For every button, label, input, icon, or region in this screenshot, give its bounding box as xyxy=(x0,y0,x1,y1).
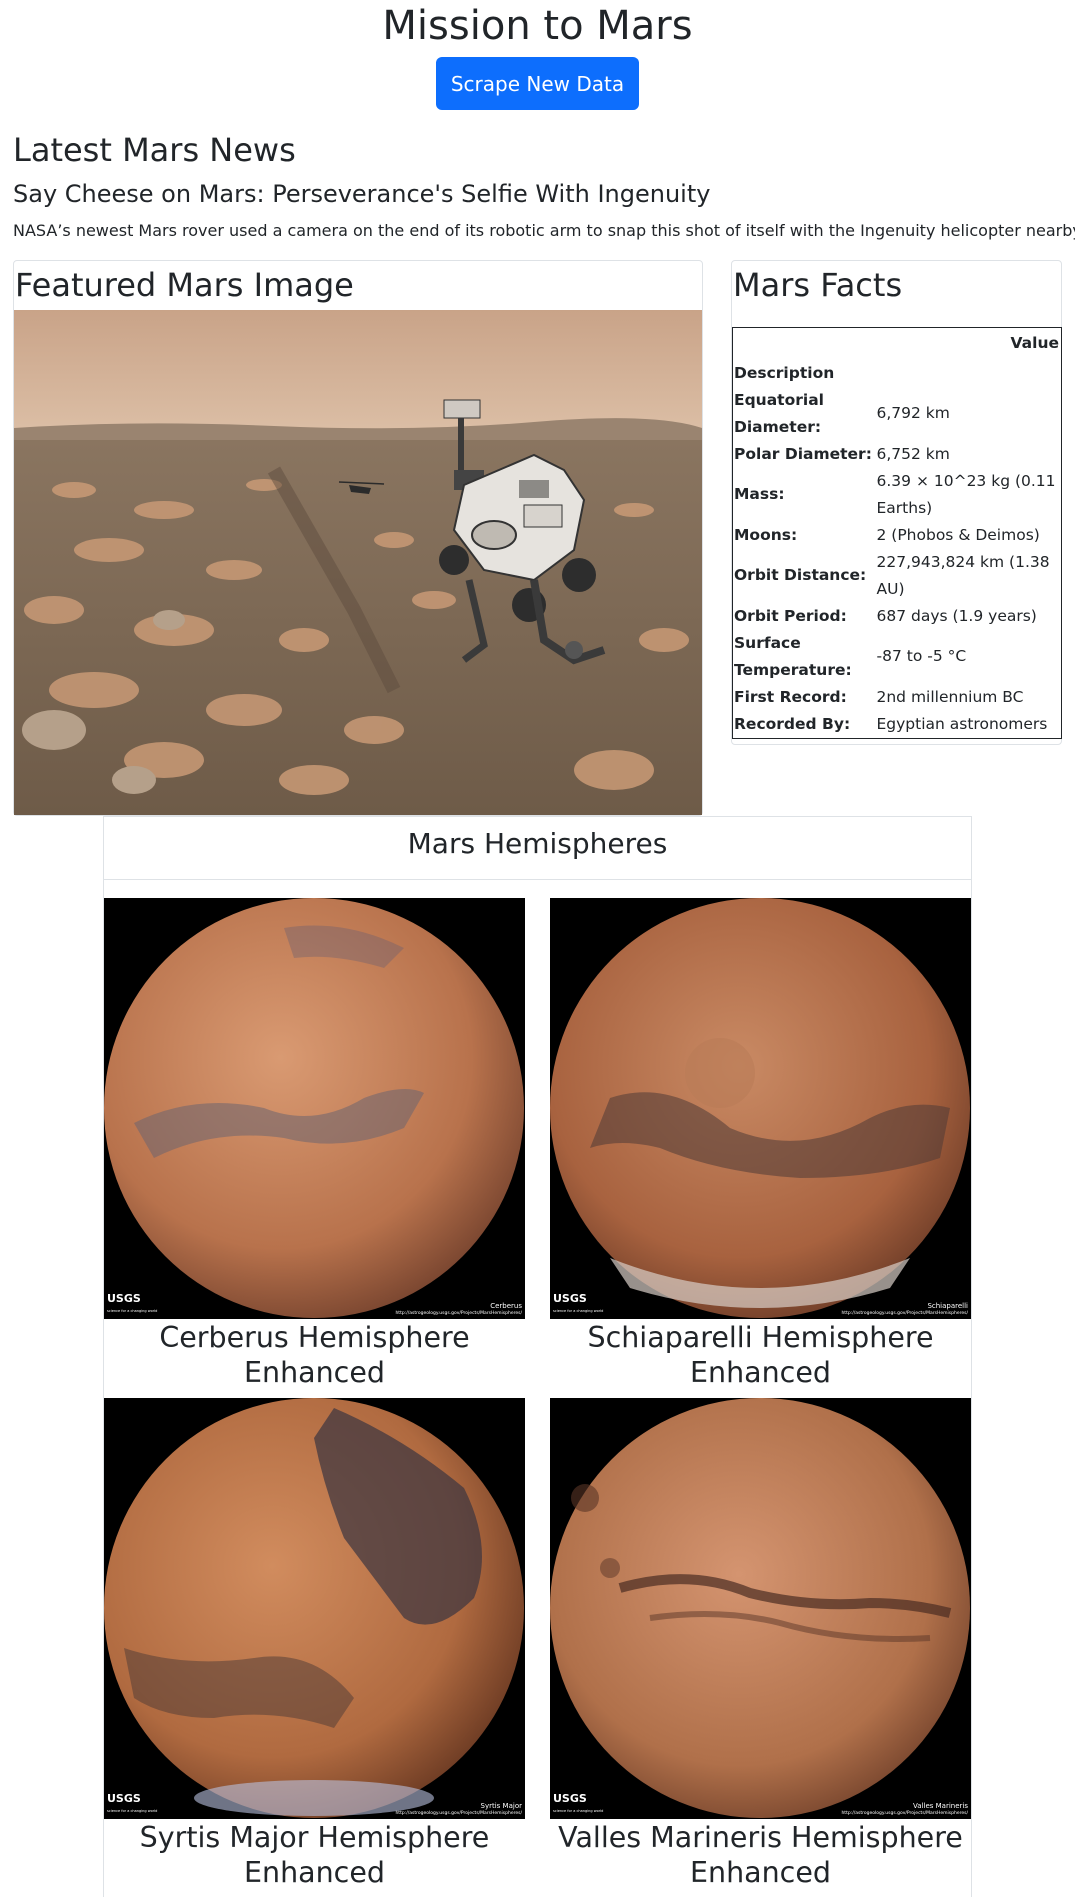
image-credit-url: http://astrogeology.usgs.gov/Projects/Ma… xyxy=(395,1811,522,1816)
hemisphere-image[interactable]: USGS science for a changing world Cerberu… xyxy=(104,898,525,1319)
fact-value: 6.39 × 10^23 kg (0.11 Earths) xyxy=(876,471,1056,517)
mars-facts-heading: Mars Facts xyxy=(733,266,903,304)
hemisphere-image[interactable]: USGS science for a changing world Schiapa… xyxy=(550,898,971,1319)
fact-label: Mass: xyxy=(734,485,785,503)
image-credit-url: http://astrogeology.usgs.gov/Projects/Ma… xyxy=(841,1811,968,1816)
fact-value: 227,943,824 km (1.38 AU) xyxy=(876,552,1050,598)
table-row: Moons: 2 (Phobos & Deimos) xyxy=(733,522,1062,549)
hemisphere-item: USGS science for a changing world Syrtis … xyxy=(104,1398,525,1890)
featured-image-card: Featured Mars Image xyxy=(13,260,703,816)
hemisphere-title[interactable]: Cerberus Hemisphere Enhanced xyxy=(104,1320,525,1390)
fact-value: 687 days (1.9 years) xyxy=(876,606,1037,625)
fact-label: Surface Temperature: xyxy=(734,633,852,679)
fact-label: First Record: xyxy=(734,687,847,706)
hemisphere-item: USGS science for a changing world Valles … xyxy=(550,1398,971,1890)
table-row: First Record: 2nd millennium BC xyxy=(733,684,1062,711)
image-credit-url: http://astrogeology.usgs.gov/Projects/Ma… xyxy=(841,1311,968,1316)
usgs-logo: USGS science for a changing world xyxy=(107,1792,158,1814)
featured-image-heading: Featured Mars Image xyxy=(15,266,354,304)
fact-label: Polar Diameter: xyxy=(734,444,872,463)
scrape-new-data-button[interactable]: Scrape New Data xyxy=(436,57,639,110)
image-caption: Schiaparelli xyxy=(927,1302,968,1310)
hemisphere-item: USGS science for a changing world Schiapa… xyxy=(550,898,971,1390)
table-row: Recorded By: Egyptian astronomers xyxy=(733,711,1062,739)
fact-value: -87 to -5 °C xyxy=(876,647,967,665)
usgs-logo: USGS science for a changing world xyxy=(553,1292,604,1314)
table-row: Mass: 6.39 × 10^23 kg (0.11 Earths) xyxy=(733,468,1062,522)
usgs-logo: USGS science for a changing world xyxy=(553,1792,604,1814)
news-teaser: NASA’s newest Mars rover used a camera o… xyxy=(13,221,1075,240)
fact-label: Moons: xyxy=(734,525,798,544)
news-heading: Latest Mars News xyxy=(13,131,296,169)
news-title: Say Cheese on Mars: Perseverance's Selfi… xyxy=(13,180,711,208)
fact-value: 6,752 km xyxy=(876,444,950,463)
image-caption: Syrtis Major xyxy=(480,1802,522,1810)
image-caption: Cerberus xyxy=(490,1302,522,1310)
table-row: Equatorial Diameter: 6,792 km xyxy=(733,387,1062,441)
hemisphere-title[interactable]: Valles Marineris Hemisphere Enhanced xyxy=(550,1820,971,1890)
fact-value: 6,792 km xyxy=(876,404,950,422)
image-credit-url: http://astrogeology.usgs.gov/Projects/Ma… xyxy=(395,1311,522,1316)
hemisphere-title[interactable]: Schiaparelli Hemisphere Enhanced xyxy=(550,1320,971,1390)
table-row: Orbit Distance: 227,943,824 km (1.38 AU) xyxy=(733,549,1062,603)
mars-facts-card: Mars Facts Value Description Equatorial … xyxy=(731,260,1062,745)
table-row: Surface Temperature: -87 to -5 °C xyxy=(733,630,1062,684)
fact-label: Orbit Distance: xyxy=(734,566,867,584)
hemispheres-header: Mars Hemispheres xyxy=(104,817,971,880)
hemisphere-title[interactable]: Syrtis Major Hemisphere Enhanced xyxy=(104,1820,525,1890)
page-title: Mission to Mars xyxy=(382,3,693,49)
hemisphere-image[interactable]: USGS science for a changing world Valles … xyxy=(550,1398,971,1819)
fact-label: Recorded By: xyxy=(734,714,851,733)
hemispheres-heading: Mars Hemispheres xyxy=(407,827,668,860)
table-row: Polar Diameter: 6,752 km xyxy=(733,441,1062,468)
fact-value: 2nd millennium BC xyxy=(876,687,1024,706)
usgs-logo: USGS science for a changing world xyxy=(107,1292,158,1314)
description-header: Description xyxy=(734,363,835,382)
fact-value: Egyptian astronomers xyxy=(876,714,1048,733)
hemisphere-image[interactable]: USGS science for a changing world Syrtis … xyxy=(104,1398,525,1819)
image-caption: Valles Marineris xyxy=(913,1802,968,1810)
value-column-header: Value xyxy=(1010,334,1059,353)
fact-label: Equatorial Diameter: xyxy=(734,390,824,436)
hemisphere-item: USGS science for a changing world Cerberu… xyxy=(104,898,525,1390)
featured-mars-image xyxy=(14,310,702,815)
fact-value: 2 (Phobos & Deimos) xyxy=(876,525,1040,544)
fact-label: Orbit Period: xyxy=(734,606,847,625)
table-row: Orbit Period: 687 days (1.9 years) xyxy=(733,603,1062,630)
mars-hemispheres-card: Mars Hemispheres USGS science for a chang… xyxy=(103,816,972,1897)
mars-facts-table: Value Description Equatorial Diameter: 6,… xyxy=(732,327,1062,739)
